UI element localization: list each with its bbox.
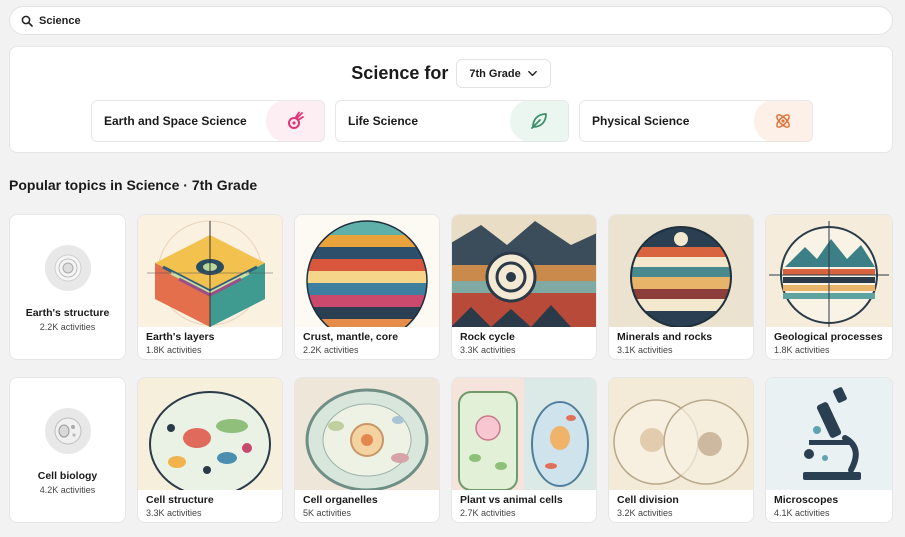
card-cell-division[interactable]: Cell division 3.2K activities (608, 377, 754, 523)
cell-biology-icon (44, 408, 91, 454)
card-plant-vs-animal-cells[interactable]: Plant vs animal cells 2.7K activities (451, 377, 597, 523)
subject-label: Earth and Space Science (104, 114, 247, 128)
minerals-and-rocks-illustration (609, 215, 753, 327)
comet-icon (288, 111, 304, 129)
card-title: Cell organelles (303, 494, 378, 506)
earths-layers-illustration (138, 215, 282, 327)
rock-cycle-illustration (452, 215, 596, 327)
card-title: Geological processes (774, 331, 883, 343)
subject-label: Life Science (348, 114, 419, 128)
topic-count: 4.2K activities (39, 485, 96, 495)
card-count: 3.2K activities (617, 508, 673, 518)
card-rock-cycle[interactable]: Rock cycle 3.3K activities (451, 214, 597, 360)
card-title: Microscopes (774, 494, 839, 506)
card-geological-processes[interactable]: Geological processes 1.8K activities (765, 214, 893, 360)
leaf-icon (531, 113, 547, 129)
card-count: 3.1K activities (617, 345, 673, 355)
topic-count: 2.2K activities (39, 322, 96, 332)
chevron-down-icon (527, 70, 537, 77)
subject-earth-space[interactable]: Earth and Space Science (91, 100, 325, 142)
card-count: 3.3K activities (146, 508, 202, 518)
card-count: 5K activities (303, 508, 352, 518)
card-count: 1.8K activities (774, 345, 830, 355)
card-title: Rock cycle (460, 331, 515, 343)
card-title: Earth's layers (146, 331, 215, 343)
cell-structure-illustration (138, 378, 282, 490)
card-count: 1.8K activities (146, 345, 202, 355)
card-title: Plant vs animal cells (460, 494, 563, 506)
grade-dropdown[interactable]: 7th Grade (456, 59, 551, 88)
grade-dropdown-value: 7th Grade (469, 67, 521, 80)
card-count: 4.1K activities (774, 508, 830, 518)
geological-processes-illustration (766, 215, 892, 327)
search-input[interactable] (39, 14, 859, 27)
card-title: Cell structure (146, 494, 214, 506)
cell-organelles-illustration (295, 378, 439, 490)
card-count: 2.2K activities (303, 345, 359, 355)
card-crust-mantle-core[interactable]: Crust, mantle, core 2.2K activities (294, 214, 440, 360)
subject-panel: Science for 7th Grade Earth and Space Sc… (9, 46, 893, 153)
topic-name: Earth's structure (25, 307, 110, 319)
topic-row-earth-structure: Earth's structure 2.2K activities Earth'… (9, 214, 893, 360)
search-bar[interactable] (9, 6, 893, 35)
card-count: 3.3K activities (460, 345, 516, 355)
crust-mantle-core-illustration (295, 215, 439, 327)
card-title: Cell division (617, 494, 679, 506)
card-title: Minerals and rocks (617, 331, 713, 343)
subject-life-science[interactable]: Life Science (335, 100, 569, 142)
card-count: 2.7K activities (460, 508, 516, 518)
subject-physical-science[interactable]: Physical Science (579, 100, 813, 142)
microscopes-illustration (766, 378, 892, 490)
search-icon (21, 15, 33, 27)
card-microscopes[interactable]: Microscopes 4.1K activities (765, 377, 893, 523)
topic-card-earth-structure[interactable]: Earth's structure 2.2K activities (9, 214, 126, 360)
topic-name: Cell biology (37, 470, 98, 482)
section-title: Popular topics in Science · 7th Grade (9, 177, 258, 193)
plant-vs-animal-cells-illustration (452, 378, 596, 490)
card-earths-layers[interactable]: Earth's layers 1.8K activities (137, 214, 283, 360)
card-title: Crust, mantle, core (303, 331, 399, 343)
card-minerals-and-rocks[interactable]: Minerals and rocks 3.1K activities (608, 214, 754, 360)
panel-title: Science for (351, 63, 449, 83)
cell-division-illustration (609, 378, 753, 490)
earth-structure-icon (44, 245, 91, 291)
subject-label: Physical Science (592, 114, 690, 128)
card-cell-structure[interactable]: Cell structure 3.3K activities (137, 377, 283, 523)
topic-card-cell-biology[interactable]: Cell biology 4.2K activities (9, 377, 126, 523)
topic-row-cell-biology: Cell biology 4.2K activities Cell struct… (9, 377, 893, 523)
atom-icon (776, 114, 790, 128)
card-cell-organelles[interactable]: Cell organelles 5K activities (294, 377, 440, 523)
